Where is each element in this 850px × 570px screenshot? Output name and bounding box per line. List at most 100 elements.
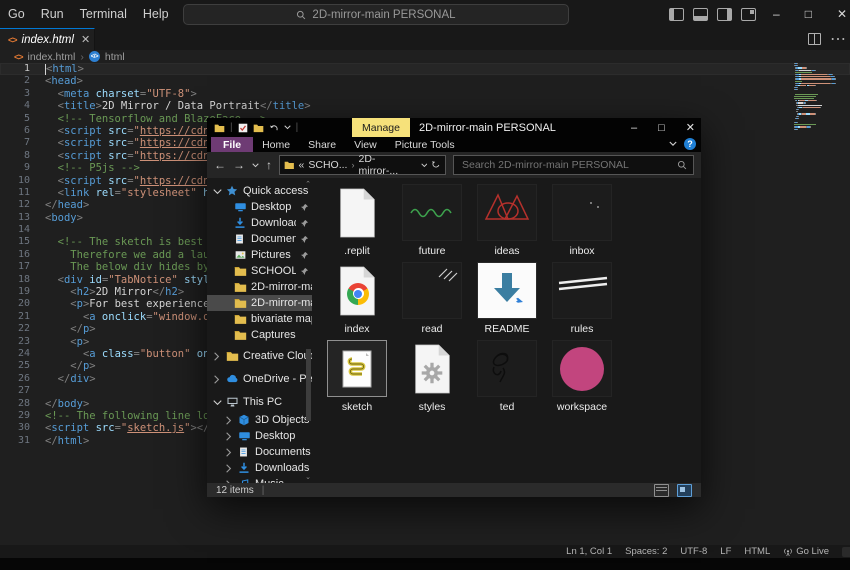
ribbon-tab-view[interactable]: View — [345, 137, 386, 152]
file--replit[interactable]: .replit — [327, 184, 402, 262]
status-indentation[interactable]: Spaces: 2 — [625, 546, 667, 557]
nav-item-documents[interactable]: Documents — [207, 231, 312, 247]
status-encoding[interactable]: UTF-8 — [680, 546, 707, 557]
readme-download-icon — [477, 262, 537, 319]
file-sketch[interactable]: sketch — [327, 340, 402, 418]
chevron-right-icon[interactable] — [225, 432, 234, 441]
ribbon-tab-picture-tools[interactable]: Picture Tools — [386, 137, 464, 152]
status-language-mode[interactable]: HTML — [744, 546, 770, 557]
file-ideas[interactable]: ideas — [477, 184, 552, 262]
chevron-down-icon[interactable] — [213, 188, 222, 195]
nav-item-creative-cloud-files[interactable]: Creative Cloud Files — [207, 346, 312, 366]
undo-icon[interactable] — [269, 123, 279, 133]
tab-index-html[interactable]: <> index.html ✕ — [0, 28, 95, 50]
path-crumb-current[interactable]: 2D-mirror-... — [358, 153, 412, 177]
recent-locations-icon[interactable] — [252, 163, 259, 168]
toggle-sidebar-icon[interactable] — [669, 8, 684, 21]
breadcrumb-symbol[interactable]: html — [105, 51, 125, 63]
file-index[interactable]: index — [327, 262, 402, 340]
file-ted[interactable]: ted — [477, 340, 552, 418]
nav-item-onedrive-personal[interactable]: OneDrive - Personal — [207, 369, 312, 389]
ribbon-tab-share[interactable]: Share — [299, 137, 345, 152]
sidebar-scrollbar[interactable]: ⌃⌄ — [304, 180, 312, 481]
more-actions-icon[interactable]: ⋯ — [830, 29, 846, 49]
folder-icon[interactable] — [214, 123, 225, 133]
nav-item-pictures[interactable]: Pictures — [207, 247, 312, 263]
explorer-maximize-button[interactable]: □ — [658, 122, 665, 134]
toggle-secondary-sidebar-icon[interactable] — [717, 8, 732, 21]
nav-item-downloads[interactable]: Downloads — [207, 460, 312, 476]
close-button[interactable]: ✕ — [829, 7, 850, 21]
explorer-forward-icon[interactable]: → — [233, 159, 245, 171]
nav-item-desktop[interactable]: Desktop — [207, 428, 312, 444]
divider: | — [262, 485, 265, 496]
help-icon[interactable]: ? — [684, 138, 696, 150]
cutoff-status-icon — [842, 547, 850, 557]
ribbon-tab-file[interactable]: File — [211, 137, 253, 152]
toggle-panel-icon[interactable] — [693, 8, 708, 21]
chevron-right-icon[interactable] — [225, 448, 234, 457]
nav-item-desktop[interactable]: Desktop — [207, 199, 312, 215]
status-cursor-position[interactable]: Ln 1, Col 1 — [566, 546, 612, 557]
file-rules[interactable]: rules — [552, 262, 627, 340]
maximize-button[interactable]: □ — [797, 7, 820, 21]
large-icons-view-icon[interactable] — [677, 484, 692, 497]
menu-run[interactable]: Run — [33, 7, 72, 21]
split-editor-icon[interactable] — [808, 33, 821, 45]
search-box[interactable] — [453, 155, 694, 175]
customize-layout-icon[interactable] — [741, 8, 756, 21]
status-eol[interactable]: LF — [720, 546, 731, 557]
chevron-right-icon[interactable] — [225, 416, 234, 425]
file-workspace[interactable]: workspace — [552, 340, 627, 418]
details-view-icon[interactable] — [654, 484, 669, 497]
nav-item-label: Creative Cloud Files — [243, 350, 312, 362]
file-styles[interactable]: styles — [402, 340, 477, 418]
nav-item-this-pc[interactable]: This PC — [207, 392, 312, 412]
nav-item-music[interactable]: Music — [207, 476, 312, 483]
tab-close-icon[interactable]: ✕ — [81, 33, 90, 46]
file-readme[interactable]: README — [477, 262, 552, 340]
address-dropdown-icon[interactable] — [421, 163, 428, 168]
nav-item-quick-access[interactable]: Quick access — [207, 183, 312, 199]
nav-item-documents[interactable]: Documents — [207, 444, 312, 460]
search-input[interactable] — [460, 158, 673, 172]
chevron-right-icon[interactable] — [213, 375, 222, 384]
file-future[interactable]: future — [402, 184, 477, 262]
manage-tab-group[interactable]: Manage — [352, 118, 410, 137]
chevron-down-icon[interactable] — [284, 125, 291, 130]
chevron-down-icon[interactable] — [213, 399, 222, 406]
go-live-button[interactable]: Go Live — [783, 546, 829, 557]
menu-go[interactable]: Go — [0, 7, 33, 21]
path-crumb-parent[interactable]: SCHO... — [308, 159, 347, 171]
file-read[interactable]: read — [402, 262, 477, 340]
nav-item-2d-mirror-main[interactable]: 2D-mirror-main — [207, 295, 312, 311]
up-icon[interactable]: ↑ — [266, 159, 272, 171]
explorer-minimize-button[interactable]: – — [631, 122, 637, 134]
nav-item-school[interactable]: SCHOOL — [207, 263, 312, 279]
new-folder-icon[interactable] — [253, 123, 264, 133]
command-center[interactable]: 2D-mirror-main PERSONAL — [183, 4, 569, 25]
chevron-right-icon[interactable] — [225, 464, 234, 473]
dots-thumbnail — [552, 184, 612, 241]
menu-help[interactable]: Help — [135, 7, 177, 21]
chevron-right-icon[interactable] — [213, 352, 222, 361]
menu-terminal[interactable]: Terminal — [72, 7, 135, 21]
nav-item-downloads[interactable]: Downloads — [207, 215, 312, 231]
explorer-back-icon[interactable]: ← — [214, 159, 226, 171]
nav-item-label: Downloads — [251, 217, 296, 229]
address-bar[interactable]: « SCHO... › 2D-mirror-... — [279, 155, 446, 175]
minimap[interactable] — [794, 63, 848, 131]
code-text: </p> — [45, 360, 96, 372]
breadcrumb-file[interactable]: index.html — [28, 51, 76, 63]
properties-check-icon[interactable] — [238, 123, 248, 133]
refresh-icon[interactable] — [431, 160, 441, 170]
ribbon-tab-home[interactable]: Home — [253, 137, 299, 152]
nav-item-bivariate-map[interactable]: bivariate map — [207, 311, 312, 327]
minimize-button[interactable]: – — [765, 7, 788, 21]
file-inbox[interactable]: inbox — [552, 184, 627, 262]
nav-item-captures[interactable]: Captures — [207, 327, 312, 343]
explorer-close-button[interactable]: ✕ — [686, 121, 695, 134]
collapse-ribbon-icon[interactable] — [669, 141, 677, 147]
nav-item-3d-objects[interactable]: 3D Objects — [207, 412, 312, 428]
nav-item-2d-mirror-main[interactable]: 2D-mirror-main — [207, 279, 312, 295]
